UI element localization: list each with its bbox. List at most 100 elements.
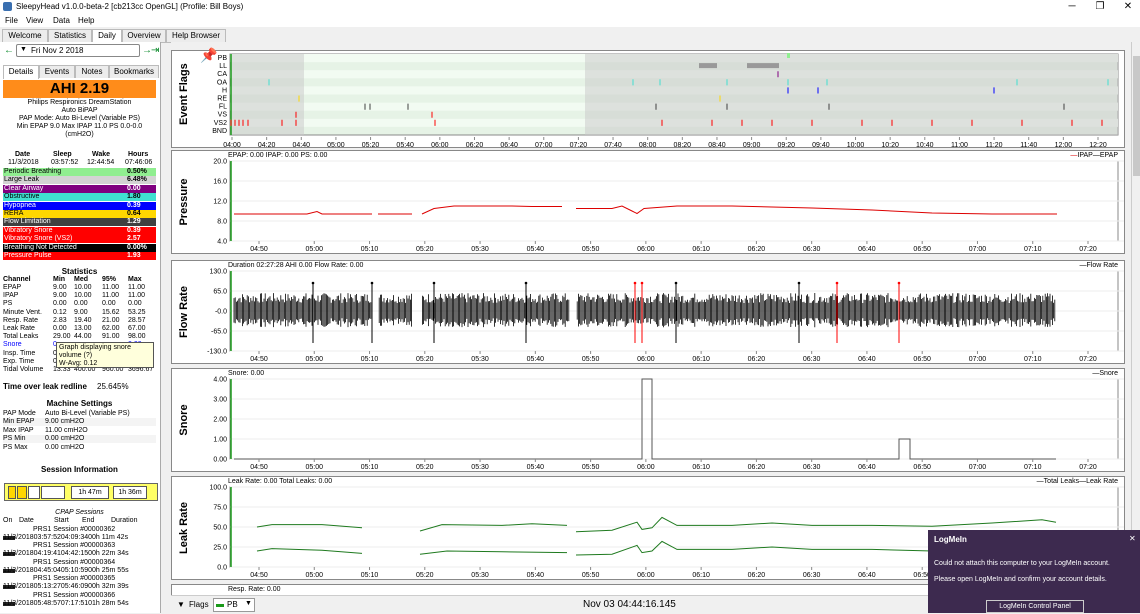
flow-event-dot[interactable]: [524, 281, 528, 285]
close-button[interactable]: ✕: [1108, 0, 1140, 14]
session-detail-row[interactable]: 11/3/201804:45:0405:10:5900h 25m 55s: [3, 567, 156, 575]
last-day-arrow-icon[interactable]: ⇥: [151, 45, 159, 56]
tab-daily[interactable]: Daily: [92, 29, 122, 43]
flow-event-dot[interactable]: [640, 281, 644, 285]
time-tick: 04:50: [250, 356, 268, 363]
session-segment[interactable]: [41, 486, 65, 499]
summary-sleep: 03:57:52: [51, 159, 79, 166]
event-flags-graph[interactable]: Event Flags 📌 PB LL CA OA H RE FL VS VS2 BND 04:00…: [171, 47, 1125, 148]
logmein-control-panel-button[interactable]: LogMeIn Control Panel: [986, 600, 1084, 613]
flags-dropdown-icon[interactable]: ▼: [177, 600, 185, 609]
flags-label[interactable]: Flags: [189, 600, 209, 609]
session-name-row: PRS1 Session #00000364: [3, 559, 156, 567]
session-segment[interactable]: [28, 486, 40, 499]
stats-cell: 0.00: [128, 300, 142, 308]
flag-row-label: VS2: [214, 120, 227, 127]
menu-file[interactable]: File: [5, 16, 18, 25]
tab-overview[interactable]: Overview: [122, 29, 166, 42]
snore-graph[interactable]: Snore Snore: 0.00 —Snore 4.00 3.00 2.00 1.0…: [171, 368, 1125, 472]
flow-event-dot[interactable]: [370, 281, 374, 285]
setting-name: PAP Mode: [3, 410, 36, 417]
stats-cell: 29.00: [53, 333, 71, 341]
snore-plot[interactable]: 4.00 3.00 2.00 1.00 0.00 04:50 05:00 05:10 05:20…: [172, 369, 1124, 471]
tab-welcome[interactable]: Welcome: [2, 29, 48, 42]
session-detail-row[interactable]: 11/3/201805:13:2705:46:0900h 32m 39s: [3, 583, 156, 591]
pressure-graph[interactable]: Pressure EPAP: 0.00 IPAP: 0.00 PS: 0.00 …: [171, 150, 1125, 254]
scrollbar-thumb[interactable]: [1133, 56, 1140, 176]
session-detail-row[interactable]: 11/3/201805:48:5707:17:5101h 28m 54s: [3, 600, 156, 608]
logmein-close-icon[interactable]: ✕: [1129, 534, 1136, 543]
event-row[interactable]: Obstructive 1.80: [3, 193, 156, 202]
flag-row-label: LL: [219, 63, 227, 70]
setting-value: 0.00 cmH2O: [45, 443, 85, 451]
tab-help-browser[interactable]: Help Browser: [166, 29, 226, 42]
session-duration-2[interactable]: 1h 36m: [113, 486, 147, 499]
date-picker[interactable]: ▼ Fri Nov 2 2018: [16, 44, 140, 57]
large-leak-span[interactable]: [747, 63, 779, 69]
summary-header: Date Sleep Wake Hours: [3, 151, 156, 159]
event-row[interactable]: Clear Airway 0.00: [3, 184, 156, 193]
tab-notes[interactable]: Notes: [75, 65, 109, 78]
flow-event-dot[interactable]: [797, 281, 801, 285]
prev-day-arrow-icon[interactable]: ←: [4, 45, 14, 56]
periodic-breathing-span[interactable]: [787, 53, 790, 58]
flag-time-tick: 05:00: [327, 142, 345, 147]
flow-event-dot[interactable]: [897, 281, 901, 285]
flow-y-tick: -130.0: [207, 349, 227, 356]
event-name: Vibratory Snore (VS2): [4, 235, 73, 243]
flow-event-dot[interactable]: [633, 281, 637, 285]
time-tick: 06:20: [748, 356, 766, 363]
no-data-region: [585, 54, 1118, 135]
setting-name: PS Min: [3, 435, 26, 443]
setting-name: PS Max: [3, 443, 28, 451]
pressure-plot[interactable]: 20.0 16.0 12.0 8.0 4.0 04:50 05:00 05:10 05:20 05…: [172, 151, 1124, 253]
pb-selector[interactable]: PB ▼: [213, 598, 255, 612]
tab-details[interactable]: Details: [3, 65, 39, 79]
event-row[interactable]: Vibratory Snore (VS2) 2.57: [3, 235, 156, 244]
tab-events[interactable]: Events: [39, 65, 75, 78]
stats-cell: Total Leaks: [3, 333, 39, 341]
session-detail-row[interactable]: 11/3/201804:19:4104:42:1500h 22m 34s: [3, 550, 156, 558]
setting-row: PS Min 0.00 cmH2O: [3, 435, 156, 444]
session-duration-1[interactable]: 1h 47m: [71, 486, 109, 499]
event-row[interactable]: Flow Limitation 1.29: [3, 218, 156, 227]
tooltip-line-3: W-Avg: 0.12: [59, 360, 98, 367]
flow-event-dot[interactable]: [835, 281, 839, 285]
event-row[interactable]: Breathing Not Detected 0.00%: [3, 243, 156, 252]
graph-scrollbar[interactable]: [1131, 42, 1140, 613]
flow-rate-graph[interactable]: Flow Rate Duration 02:27:28 AHI 0.00 Flo…: [171, 260, 1125, 364]
flow-event-dot[interactable]: [432, 281, 436, 285]
session-end-header: End: [82, 517, 95, 524]
session-name-row: PRS1 Session #00000365: [3, 575, 156, 583]
menu-help[interactable]: Help: [78, 16, 94, 25]
event-name: Obstructive: [4, 193, 40, 201]
time-tick: 05:30: [471, 572, 489, 579]
machine-type: Auto BiPAP: [61, 107, 98, 114]
event-flags-plot[interactable]: PBLLCAOAH REFLVSVS2BND 04:00 04:20 04:40 05:0…: [172, 51, 1124, 147]
flag-row-label: RE: [217, 96, 227, 103]
event-row[interactable]: Hypopnea 0.39: [3, 201, 156, 210]
tab-bookmarks[interactable]: Bookmarks: [109, 65, 159, 78]
event-row[interactable]: Pressure Pulse 1.93: [3, 252, 156, 260]
tab-statistics[interactable]: Statistics: [48, 29, 92, 42]
menu-view[interactable]: View: [26, 16, 43, 25]
date-value: Fri Nov 2 2018: [31, 46, 84, 55]
flow-event-dot[interactable]: [674, 281, 678, 285]
flow-rate-plot[interactable]: 130.0 65.0 -0.0 -65.0 -130.0 04:50 05:00 05:10 0…: [172, 261, 1124, 363]
time-tick: 05:20: [416, 246, 434, 253]
event-row[interactable]: Large Leak 6.48%: [3, 176, 156, 185]
event-row[interactable]: Periodic Breathing 0.50%: [3, 168, 156, 176]
stats-cell: Exp. Time: [3, 357, 35, 365]
large-leak-span[interactable]: [699, 63, 717, 69]
flag-time-tick: 09:00: [743, 142, 761, 147]
stats-cell: 0.00: [102, 300, 116, 308]
flow-event-dot[interactable]: [311, 281, 315, 285]
event-row[interactable]: RERA 0.64: [3, 210, 156, 218]
session-segment[interactable]: [8, 486, 16, 499]
menu-data[interactable]: Data: [53, 16, 70, 25]
logmein-notification[interactable]: LogMeIn ✕ Could not attach this computer…: [928, 530, 1140, 613]
time-tick: 05:50: [582, 356, 600, 363]
session-segment[interactable]: [17, 486, 27, 499]
event-row[interactable]: Vibratory Snore 0.39: [3, 226, 156, 235]
session-detail-row[interactable]: 11/3/201803:57:5204:09:3400h 11m 42s: [3, 534, 156, 542]
